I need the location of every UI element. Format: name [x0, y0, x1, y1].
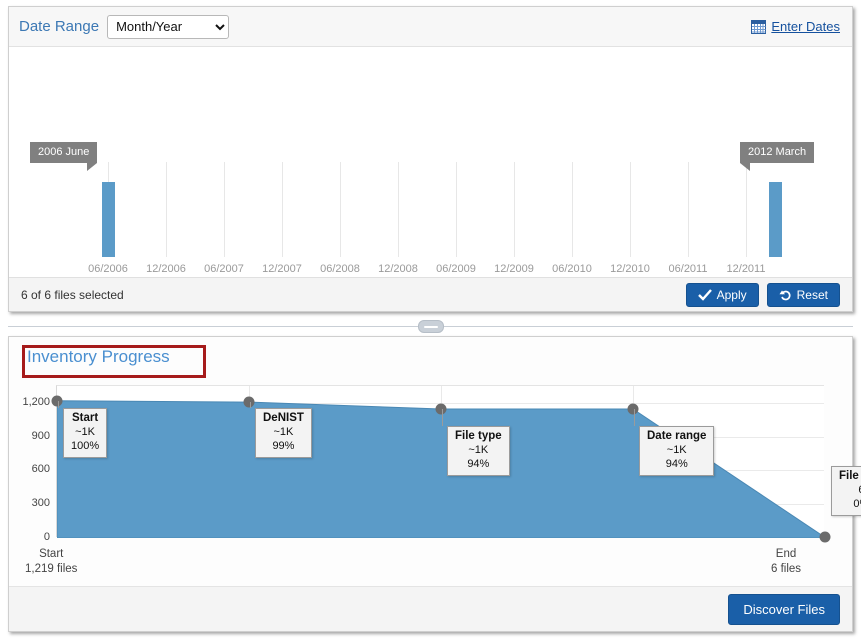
- histogram-gridline: [224, 162, 225, 257]
- inventory-progress-chart[interactable]: 03006009001,200 Start~1K100%DeNIST~1K99%…: [9, 379, 852, 585]
- tooltip-leader-line: [58, 401, 59, 408]
- stage-percent: 94%: [455, 457, 502, 471]
- y-axis-tick-label: 0: [44, 531, 50, 543]
- histogram-end-tooltip: 2012 March: [740, 142, 814, 163]
- stage-tooltip: Date range~1K94%: [639, 426, 714, 476]
- discover-files-button[interactable]: Discover Files: [728, 594, 840, 625]
- date-range-header: Date Range Month/Year: [9, 7, 852, 47]
- enter-dates-label[interactable]: Enter Dates: [771, 19, 840, 34]
- start-endcap: Start1,219 files: [25, 547, 77, 577]
- enter-dates-link[interactable]: Enter Dates: [751, 19, 840, 34]
- y-axis-tick-label: 900: [32, 430, 50, 442]
- stage-name: Date range: [647, 429, 706, 443]
- histogram-tick-label: 12/2011: [727, 263, 766, 275]
- histogram-tick-label: 06/2008: [320, 263, 360, 275]
- stage-count: 6: [839, 483, 861, 497]
- histogram-gridline: [456, 162, 457, 257]
- histogram-gridline: [514, 162, 515, 257]
- stage-tooltip: Start~1K100%: [63, 408, 107, 458]
- tooltip-pointer: [87, 163, 97, 171]
- start-endcap-line2: 1,219 files: [25, 562, 77, 577]
- stage-percent: 0%: [839, 497, 861, 511]
- chart-endcaps: Start1,219 files End6 files: [9, 547, 852, 577]
- selection-status: 6 of 6 files selected: [21, 288, 124, 302]
- progress-plot-area[interactable]: Start~1K100%DeNIST~1K99%File type~1K94%D…: [56, 385, 824, 537]
- stage-percent: 100%: [71, 439, 99, 453]
- stage-count: ~1K: [71, 425, 99, 439]
- histogram-start-tooltip: 2006 June: [30, 142, 97, 163]
- stage-name: File size: [839, 469, 861, 483]
- granularity-select[interactable]: Month/Year: [107, 15, 229, 39]
- histogram-gridline: [398, 162, 399, 257]
- undo-icon: [779, 289, 792, 301]
- end-endcap-line1: End: [771, 547, 801, 562]
- stage-tooltip: File type~1K94%: [447, 426, 510, 476]
- histogram-gridline: [688, 162, 689, 257]
- calendar-icon: [751, 19, 766, 34]
- histogram-tick-label: 12/2010: [610, 263, 650, 275]
- histogram-gridline: [572, 162, 573, 257]
- stage-count: ~1K: [455, 443, 502, 457]
- stage-percent: 94%: [647, 457, 706, 471]
- histogram-gridline: [282, 162, 283, 257]
- tooltip-leader-line: [634, 409, 635, 426]
- date-range-title: Date Range: [19, 18, 99, 35]
- tooltip-leader-line: [442, 409, 443, 426]
- inventory-progress-title: Inventory Progress: [21, 345, 176, 369]
- stage-name: Start: [71, 411, 99, 425]
- histogram-gridline: [340, 162, 341, 257]
- app-root: Date Range Month/Year: [0, 0, 861, 641]
- date-range-panel: Date Range Month/Year: [8, 6, 853, 312]
- start-endcap-line1: Start: [25, 547, 77, 562]
- inventory-title-wrap: Inventory Progress: [21, 345, 176, 369]
- stage-count: ~1K: [263, 425, 304, 439]
- date-range-footer: 6 of 6 files selected Apply: [9, 277, 852, 311]
- histogram-tick-label: 12/2008: [378, 263, 418, 275]
- stage-name: DeNIST: [263, 411, 304, 425]
- inventory-footer: Discover Files: [9, 586, 852, 631]
- y-axis-tick-label: 1,200: [22, 396, 50, 408]
- stage-tooltip: DeNIST~1K99%: [255, 408, 312, 458]
- histogram-gridline: [166, 162, 167, 257]
- apply-button[interactable]: Apply: [686, 283, 759, 307]
- apply-label: Apply: [717, 288, 747, 302]
- histogram-tick-label: 06/2006: [88, 263, 128, 275]
- date-range-buttons: Apply Reset: [686, 283, 840, 307]
- panel-splitter[interactable]: [8, 320, 853, 334]
- stage-name: File type: [455, 429, 502, 443]
- histogram-bar-start[interactable]: [102, 182, 115, 257]
- histogram-gridline: [630, 162, 631, 257]
- reset-button[interactable]: Reset: [767, 283, 840, 307]
- histogram-tick-label: 12/2009: [494, 263, 534, 275]
- histogram-gridline: [746, 162, 747, 257]
- histogram-tick-label: 12/2006: [146, 263, 186, 275]
- date-histogram-plot[interactable]: 06/2006 12/2006 06/2007 12/2007 06/2008 12/20…: [9, 47, 852, 287]
- progress-data-point[interactable]: [436, 403, 447, 414]
- tooltip-pointer: [740, 163, 750, 171]
- stage-tooltip: File size60%: [831, 466, 861, 516]
- histogram-tick-label: 12/2007: [262, 263, 302, 275]
- check-icon: [698, 289, 712, 301]
- progress-data-point[interactable]: [820, 532, 831, 543]
- stage-count: ~1K: [647, 443, 706, 457]
- progress-data-point[interactable]: [244, 397, 255, 408]
- inventory-progress-panel: Inventory Progress 0 300 600 900 1,200 Start…: [8, 336, 853, 632]
- y-axis-tick-label: 600: [32, 463, 50, 475]
- reset-label: Reset: [797, 288, 828, 302]
- end-endcap: End6 files: [771, 547, 801, 577]
- progress-data-point[interactable]: [628, 403, 639, 414]
- splitter-grip[interactable]: [418, 320, 444, 333]
- tooltip-leader-line: [250, 402, 251, 408]
- histogram-tick-label: 06/2011: [669, 263, 708, 275]
- histogram-tick-label: 06/2009: [436, 263, 476, 275]
- histogram-tick-label: 06/2007: [204, 263, 244, 275]
- stage-percent: 99%: [263, 439, 304, 453]
- end-endcap-line2: 6 files: [771, 562, 801, 577]
- y-axis-labels: 03006009001,200: [9, 385, 50, 537]
- y-axis-tick-label: 300: [32, 497, 50, 509]
- progress-data-point[interactable]: [52, 395, 63, 406]
- histogram-bar-end[interactable]: [769, 182, 782, 257]
- histogram-tick-label: 06/2010: [552, 263, 592, 275]
- date-histogram-chart[interactable]: 06/2006 12/2006 06/2007 12/2007 06/2008 12/20…: [9, 47, 852, 287]
